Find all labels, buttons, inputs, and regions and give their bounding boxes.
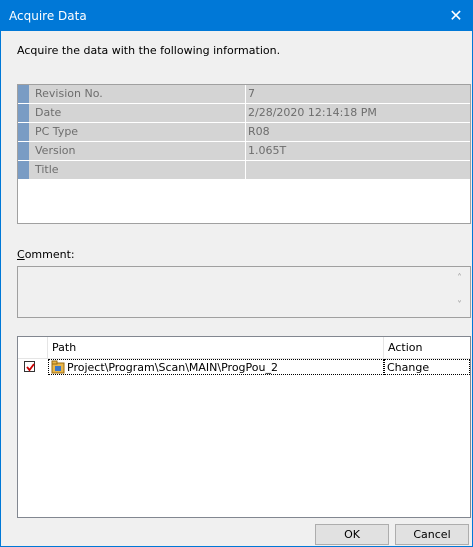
action-column-header[interactable]: Action bbox=[384, 337, 470, 358]
column-divider bbox=[245, 104, 246, 122]
title-bar: Acquire Data ✕ bbox=[1, 1, 472, 31]
column-divider bbox=[245, 85, 246, 103]
path-column-header[interactable]: Path bbox=[48, 337, 384, 358]
info-key: Version bbox=[35, 144, 76, 157]
info-value: 1.065T bbox=[248, 144, 287, 157]
row-marker bbox=[18, 85, 29, 103]
info-value: 2/28/2020 12:14:18 PM bbox=[248, 106, 377, 119]
info-table: Revision No. 7 Date 2/28/2020 12:14:18 P… bbox=[17, 84, 471, 224]
info-key: PC Type bbox=[35, 125, 79, 138]
row-path: Project\Program\Scan\MAIN\ProgPou_2 bbox=[67, 361, 278, 374]
row-marker bbox=[18, 104, 29, 122]
info-row: Date 2/28/2020 12:14:18 PM bbox=[18, 104, 470, 123]
info-key: Revision No. bbox=[35, 87, 103, 100]
close-icon[interactable]: ✕ bbox=[440, 1, 472, 31]
check-mark-icon bbox=[26, 363, 35, 372]
comment-accelerator: C bbox=[17, 248, 25, 261]
info-value: R08 bbox=[248, 125, 270, 138]
info-key: Title bbox=[35, 163, 59, 176]
comment-label-text: omment: bbox=[24, 248, 75, 261]
info-key: Date bbox=[35, 106, 62, 119]
scroll-down-icon[interactable]: ˅ bbox=[457, 300, 462, 311]
row-checkbox[interactable] bbox=[24, 361, 35, 372]
column-divider bbox=[245, 123, 246, 141]
checkbox-column-header[interactable] bbox=[18, 337, 48, 358]
list-header: Path Action bbox=[18, 337, 470, 359]
acquire-data-dialog: Acquire Data ✕ Acquire the data with the… bbox=[0, 0, 473, 547]
row-action[interactable]: Change bbox=[387, 361, 429, 374]
scroll-up-icon[interactable]: ˄ bbox=[457, 273, 462, 284]
info-row: Revision No. 7 bbox=[18, 85, 470, 104]
file-list: Path Action Project\Program\Scan\MAIN\Pr… bbox=[17, 336, 471, 518]
info-row: Version 1.065T bbox=[18, 142, 470, 161]
instruction-text: Acquire the data with the following info… bbox=[17, 44, 281, 57]
column-divider bbox=[245, 161, 246, 179]
info-row: PC Type R08 bbox=[18, 123, 470, 142]
window-title: Acquire Data bbox=[9, 9, 87, 23]
program-folder-icon bbox=[51, 360, 65, 374]
row-marker bbox=[18, 142, 29, 160]
row-marker bbox=[18, 161, 29, 179]
table-row[interactable]: Project\Program\Scan\MAIN\ProgPou_2 Chan… bbox=[18, 359, 470, 376]
info-row: Title bbox=[18, 161, 470, 180]
cancel-button[interactable]: Cancel bbox=[395, 524, 469, 545]
comment-scrollbar[interactable]: ˄ ˅ bbox=[453, 267, 470, 317]
row-marker bbox=[18, 123, 29, 141]
column-divider bbox=[245, 142, 246, 160]
comment-field[interactable]: ˄ ˅ bbox=[17, 266, 471, 318]
ok-button[interactable]: OK bbox=[315, 524, 389, 545]
comment-label: Comment: bbox=[17, 248, 75, 261]
info-value: 7 bbox=[248, 87, 255, 100]
